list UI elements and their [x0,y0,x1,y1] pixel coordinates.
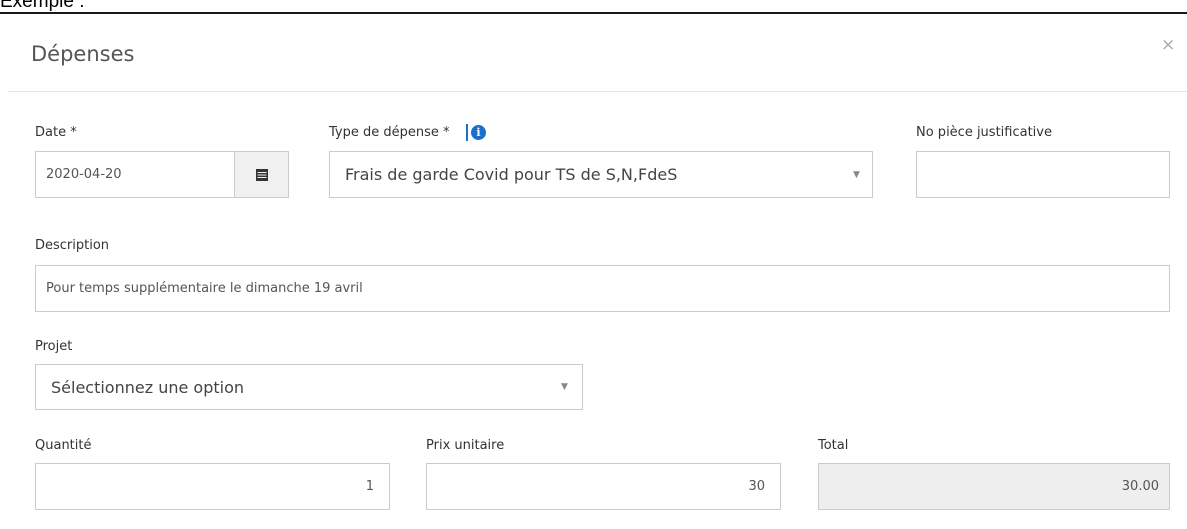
total-value: 30.00 [1121,479,1159,494]
date-value: 2020-04-20 [46,167,122,182]
dialog-title: Dépenses [31,42,135,66]
info-icon[interactable]: i [471,125,486,140]
calendar-button[interactable] [234,151,289,198]
calendar-icon [255,168,268,181]
type-select[interactable]: Frais de garde Covid pour TS de S,N,FdeS… [329,151,873,198]
total-label: Total [818,438,849,453]
piece-label: No pièce justificative [916,125,1052,140]
description-label: Description [35,238,110,253]
chevron-down-icon: ▼ [561,382,568,392]
piece-input[interactable] [916,151,1170,198]
description-input[interactable]: Pour temps supplémentaire le dimanche 19… [35,265,1170,312]
header-divider [8,91,1187,92]
text-cursor [466,124,468,141]
total-input: 30.00 [818,463,1170,510]
quantite-input[interactable]: 1 [35,463,390,510]
prix-label: Prix unitaire [426,438,505,453]
prix-input[interactable]: 30 [426,463,781,510]
date-label: Date * [35,125,77,140]
projet-select[interactable]: Sélectionnez une option ▼ [35,364,583,410]
projet-label: Projet [35,339,73,354]
chevron-down-icon: ▼ [853,170,860,180]
quantite-value: 1 [365,479,374,494]
close-icon[interactable]: × [1161,35,1175,55]
date-input[interactable]: 2020-04-20 [35,151,235,198]
projet-selected-value: Sélectionnez une option [51,378,245,397]
type-label: Type de dépense * [329,125,450,140]
type-selected-value: Frais de garde Covid pour TS de S,N,FdeS [345,165,678,184]
top-rule [0,12,1187,14]
description-value: Pour temps supplémentaire le dimanche 19… [46,281,363,296]
prix-value: 30 [748,479,765,494]
quantite-label: Quantité [35,438,92,453]
